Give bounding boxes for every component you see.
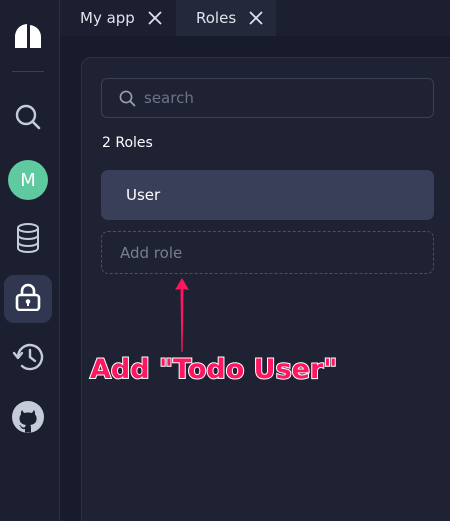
tab-label: My app bbox=[80, 9, 135, 27]
sidebar-item-roles[interactable] bbox=[4, 275, 52, 323]
sidebar-item-account[interactable]: M bbox=[4, 156, 52, 204]
add-role-input[interactable] bbox=[118, 232, 418, 273]
tab-my-app[interactable]: My app bbox=[60, 0, 176, 36]
github-icon bbox=[11, 400, 45, 438]
search-icon bbox=[14, 103, 42, 135]
add-role-box[interactable] bbox=[101, 231, 434, 274]
avatar-initial: M bbox=[20, 169, 36, 191]
role-label: User bbox=[126, 186, 161, 204]
close-icon[interactable] bbox=[146, 9, 164, 27]
app-window: M My app Roles search 2 Roles User Add r… bbox=[0, 0, 450, 521]
sidebar-rail: M bbox=[0, 0, 60, 521]
database-icon bbox=[16, 223, 40, 257]
sidebar-item-database[interactable] bbox=[4, 216, 52, 264]
history-icon bbox=[12, 342, 44, 376]
sidebar-item-history[interactable] bbox=[4, 335, 52, 383]
logo-icon bbox=[14, 23, 42, 53]
lock-icon bbox=[15, 283, 41, 315]
annotation-text: Add "Todo User" bbox=[89, 353, 338, 386]
rail-divider bbox=[12, 71, 44, 72]
tab-bar: My app Roles bbox=[60, 0, 450, 36]
sidebar-item-github[interactable] bbox=[4, 395, 52, 443]
search-icon bbox=[119, 90, 136, 107]
roles-panel: 2 Roles User bbox=[81, 57, 450, 521]
close-icon[interactable] bbox=[247, 9, 265, 27]
tab-roles[interactable]: Roles bbox=[176, 0, 276, 36]
annotation-arrow-icon bbox=[174, 278, 190, 352]
logo-button[interactable] bbox=[4, 14, 52, 62]
roles-count: 2 Roles bbox=[102, 135, 153, 151]
search-box[interactable] bbox=[101, 78, 434, 118]
tab-label: Roles bbox=[196, 9, 237, 27]
role-item-user[interactable]: User bbox=[101, 170, 434, 220]
sidebar-item-search[interactable] bbox=[4, 95, 52, 143]
avatar: M bbox=[8, 160, 48, 200]
search-input[interactable] bbox=[142, 79, 422, 117]
